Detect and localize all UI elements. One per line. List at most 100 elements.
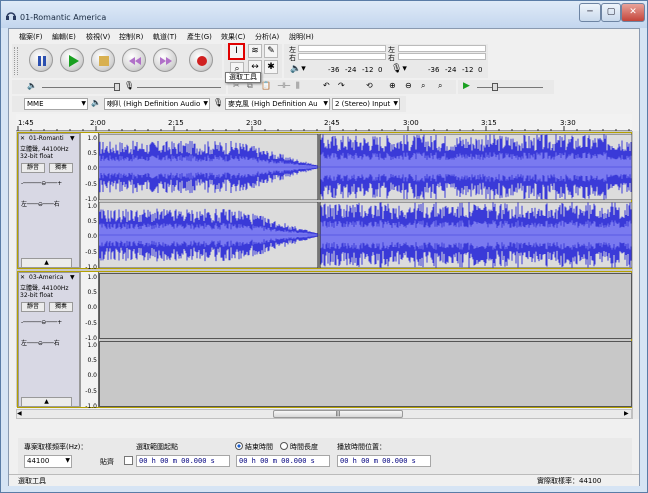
scale-label: -1.0 [85,334,97,342]
i-beam-icon: I [235,46,238,56]
pause-button[interactable] [29,48,53,72]
menu-file[interactable]: 檔案(F) [19,32,43,42]
menu-generate[interactable]: 產生(G) [187,32,212,42]
speed-thumb[interactable] [492,83,498,91]
output-volume-thumb[interactable] [114,83,120,91]
output-volume-slider[interactable] [42,87,118,88]
menu-control[interactable]: 控制(R) [119,32,143,42]
maximize-button[interactable]: ▢ [601,3,621,22]
scale-label: -0.5 [85,387,97,395]
track-1-name[interactable]: 01-Romanti [29,135,69,142]
fit-selection-icon[interactable]: ⌕ [421,81,425,91]
play-button[interactable] [60,48,84,72]
skip-end-button[interactable] [153,48,177,72]
record-meter-left[interactable] [398,45,486,52]
selection-tool-button[interactable]: I [228,43,245,60]
menu-view[interactable]: 檢視(V) [86,32,110,42]
track-2-pan-slider[interactable]: 左───⊖───右 [21,338,60,347]
track-1-close-icon[interactable]: ✕ [20,135,25,142]
silence-icon[interactable]: ⫼ [296,81,300,91]
toolbar-grip[interactable] [14,47,18,75]
track-1-left-channel[interactable] [98,133,633,201]
menu-analyze[interactable]: 分析(A) [255,32,279,42]
vertical-scrollbar[interactable] [632,131,639,419]
output-device-value: 喇叭 (High Definition Audio [107,100,201,108]
audio-position-label: 播放時間位置： [337,443,386,451]
track-2-name[interactable]: 03-America [29,274,69,281]
multi-tool-button[interactable]: ✱ [264,60,278,74]
audio-host-select[interactable]: MME ▼ [24,98,88,110]
project-rate-label: 專案取樣頻率(Hz)： [24,443,88,451]
track-2-left-channel[interactable] [99,273,632,339]
speaker-meter-icon[interactable]: 🔈▾ [290,64,306,74]
selection-start-time[interactable]: 00 h 00 m 00.000 s [136,455,230,467]
speaker-volume-icon: 🔈 [27,81,37,90]
undo-icon[interactable]: ↶ [323,81,330,90]
menu-tracks[interactable]: 軌道(T) [153,32,177,42]
horizontal-scroll-thumb[interactable]: ||| [273,410,403,418]
selection-end-time[interactable]: 00 h 00 m 00.000 s [236,455,330,467]
project-rate-value: 44100 [27,457,50,465]
track-1-pan-slider[interactable]: 左───⊖───右 [21,199,60,208]
zoom-out-icon[interactable]: ⊖ [405,81,412,90]
scale-label: 0.0 [87,304,97,312]
track-2-gain-slider[interactable]: -─────⊖───+ [21,319,62,326]
window-title: 01-Romantic America [20,13,107,22]
redo-icon[interactable]: ↷ [338,81,345,90]
zoom-in-icon[interactable]: ⊕ [389,81,396,90]
menu-help[interactable]: 說明(H) [289,32,314,42]
track-1-gain-slider[interactable]: -─────⊖───+ [21,180,62,187]
speed-slider[interactable] [477,87,543,88]
meter-scale-0: 0 [378,66,383,74]
scroll-left-icon[interactable]: ◀ [17,410,22,417]
input-volume-slider[interactable] [137,87,221,88]
track-1-mute-button[interactable]: 靜音 [21,163,45,173]
audio-position-time[interactable]: 00 h 00 m 00.000 s [337,455,431,467]
input-device-icon: 🎙 [213,98,224,107]
scale-label: 1.0 [87,203,97,210]
stop-button[interactable] [91,48,115,72]
scroll-right-icon[interactable]: ▶ [624,410,629,417]
track-1-right-channel[interactable] [98,201,633,269]
track-2-mute-button[interactable]: 靜音 [21,302,45,312]
output-device-select[interactable]: 喇叭 (High Definition Audio ▼ [104,98,210,110]
envelope-tool-button[interactable]: ≋ [248,44,262,58]
play-at-speed-icon[interactable]: ▶ [463,81,470,91]
minimize-button[interactable]: ─ [579,3,601,22]
snap-to-checkbox[interactable] [124,456,133,465]
scale-label: 0.5 [87,218,97,226]
paste-icon[interactable]: 📋 [261,81,271,90]
playback-meter-right[interactable] [298,53,386,60]
track-1-collapse-button[interactable]: ▲ [21,258,72,268]
trim-icon[interactable]: ⊣⊢ [277,81,291,90]
fit-project-icon[interactable]: ⌕ [438,81,442,91]
track-2-close-icon[interactable]: ✕ [20,274,25,281]
end-time-radio[interactable] [235,442,243,450]
mic-meter-icon[interactable]: 🎙▾ [391,64,407,74]
track-1-menu-arrow-icon[interactable]: ▼ [70,135,75,142]
project-rate-select[interactable]: 44100 ▼ [24,455,72,468]
track-2-menu-arrow-icon[interactable]: ▼ [70,274,75,281]
input-device-select[interactable]: 麥克風 (High Definition Au ▼ [225,98,330,110]
track-2-solo-button[interactable]: 獨奏 [49,302,73,312]
scale-label: -0.5 [85,319,97,327]
scale-label: -0.5 [85,248,97,256]
input-channels-select[interactable]: 2 (Stereo) Input ▼ [332,98,400,110]
close-button[interactable]: ✕ [621,3,645,22]
pause-icon [38,56,46,66]
menu-edit[interactable]: 編輯(E) [52,32,76,42]
asterisk-icon: ✱ [267,62,275,72]
track-1-solo-button[interactable]: 獨奏 [49,163,73,173]
playback-meter-left[interactable] [298,45,386,52]
play-icon [69,55,79,67]
record-meter-right[interactable] [398,53,486,60]
track-2-collapse-button[interactable]: ▲ [21,397,72,407]
track-2-right-channel[interactable] [99,341,632,407]
length-label: 時間長度 [290,443,318,451]
sync-lock-icon[interactable]: ⟲ [366,81,373,90]
menu-effect[interactable]: 效果(C) [221,32,245,42]
draw-tool-button[interactable]: ✎ [264,44,278,58]
record-button[interactable] [189,48,213,72]
length-radio[interactable] [280,442,288,450]
skip-start-button[interactable] [122,48,146,72]
